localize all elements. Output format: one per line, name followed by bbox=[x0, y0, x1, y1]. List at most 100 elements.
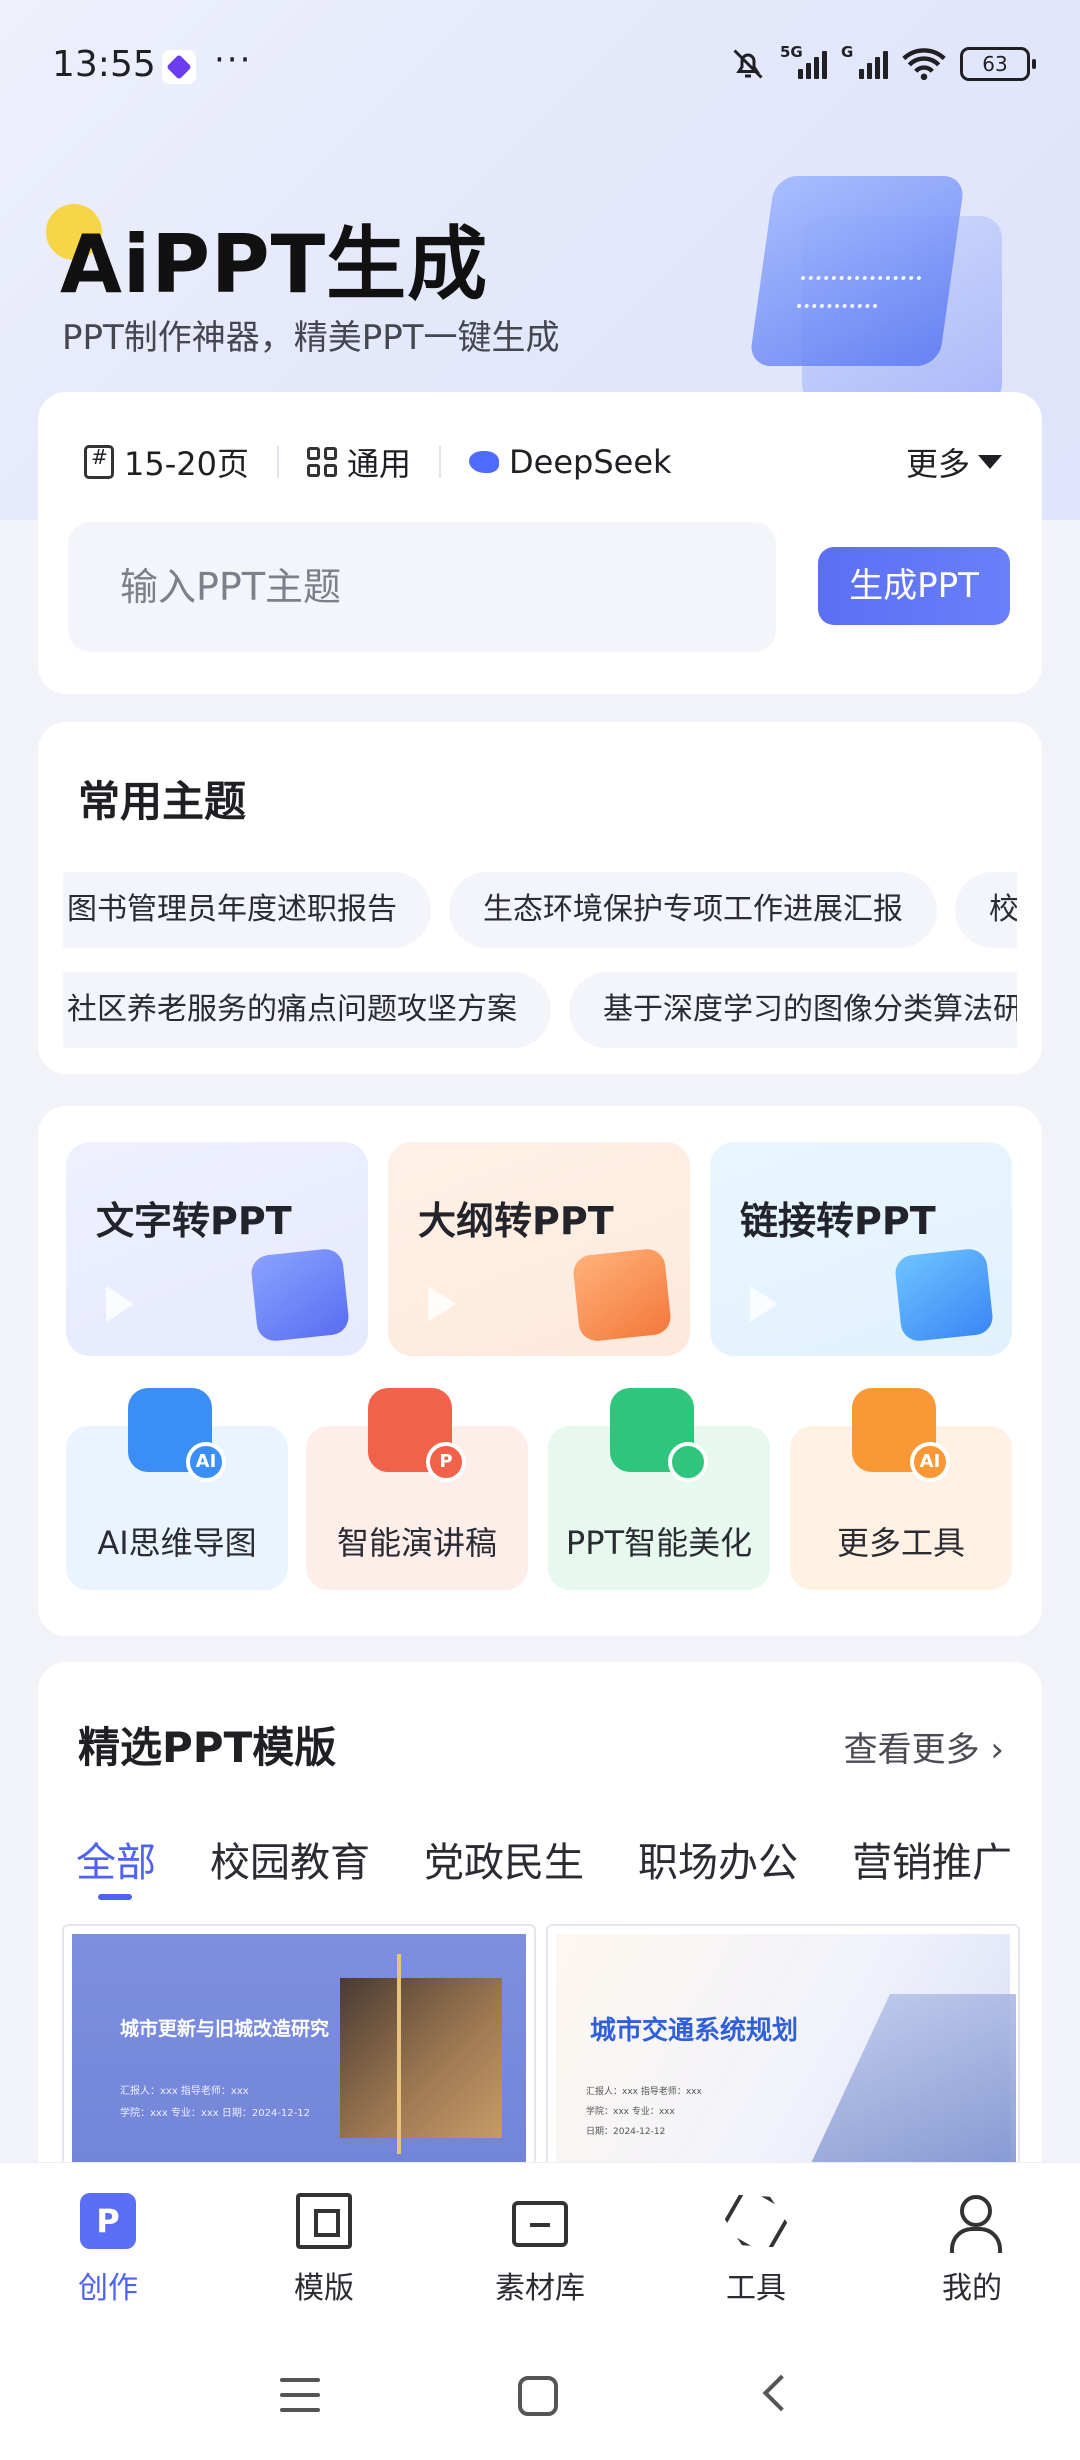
ai-badge: AI bbox=[910, 1442, 950, 1482]
home-button[interactable] bbox=[518, 2376, 558, 2416]
speaker-icon: P bbox=[368, 1388, 466, 1482]
status-time: 13:55 bbox=[52, 44, 156, 85]
ai-mindmap-button[interactable]: AI AI思维导图 bbox=[66, 1388, 288, 1590]
see-more-label: 查看更多 bbox=[843, 1730, 980, 1770]
template-thumbnail[interactable]: 城市交通系统规划 汇报人：xxx 指导老师：xxx 学院：xxx 专业：xxx … bbox=[546, 1924, 1020, 2162]
page-title: AiPPT生成 bbox=[60, 218, 489, 311]
chevron-right-icon: › bbox=[979, 1730, 1004, 1770]
cube-icon bbox=[718, 2183, 794, 2259]
topic-row: 图书管理员年度述职报告 生态环境保护专项工作进展汇报 校园 bbox=[63, 872, 1017, 948]
model-option[interactable]: DeepSeek bbox=[469, 443, 672, 481]
template-heading: 城市交通系统规划 bbox=[590, 2016, 799, 2046]
preview-building bbox=[806, 1994, 1016, 2162]
template-tabs: 全部 校园教育 党政民生 职场办公 营销推广 bbox=[76, 1830, 1042, 1900]
illustration-line bbox=[796, 304, 878, 308]
deepseek-icon bbox=[469, 451, 500, 473]
folder-icon bbox=[249, 1247, 351, 1343]
topic-input[interactable] bbox=[68, 522, 776, 652]
topic-chip[interactable]: 基于深度学习的图像分类算法研究 bbox=[569, 972, 1017, 1048]
battery-icon: 63 bbox=[960, 47, 1036, 81]
nav-create[interactable]: P 创作 bbox=[0, 2163, 216, 2332]
system-navigation-bar bbox=[0, 2332, 1080, 2460]
template-preview: 城市更新与旧城改造研究 汇报人：xxx 指导老师：xxx 学院：xxx 专业：x… bbox=[72, 1934, 526, 2162]
nav-me[interactable]: 我的 bbox=[864, 2163, 1080, 2332]
tool-label: 智能演讲稿 bbox=[336, 1524, 497, 1562]
create-icon: P bbox=[80, 2193, 136, 2249]
topic-chip[interactable]: 校园 bbox=[955, 872, 1017, 948]
style-option[interactable]: 通用 bbox=[307, 439, 411, 485]
link-to-ppt-button[interactable]: 链接转PPT bbox=[710, 1142, 1012, 1356]
topic-chip[interactable]: 社区养老服务的痛点问题攻坚方案 bbox=[63, 972, 551, 1048]
status-icons: 5G G 63 bbox=[730, 43, 1036, 84]
nav-templates[interactable]: 模版 bbox=[216, 2163, 432, 2332]
mindmap-icon: AI bbox=[128, 1388, 226, 1482]
nav-material-library[interactable]: 素材库 bbox=[432, 2163, 648, 2332]
generate-ppt-button[interactable]: 生成PPT bbox=[818, 547, 1010, 625]
model-label: DeepSeek bbox=[509, 443, 672, 481]
page-subtitle: PPT制作神器，精美PPT一键生成 bbox=[62, 318, 560, 358]
text-to-ppt-button[interactable]: 文字转PPT bbox=[66, 1142, 368, 1356]
section-title: 精选PPT模版 bbox=[78, 1723, 337, 1772]
back-button[interactable] bbox=[762, 2374, 800, 2412]
see-more-link[interactable]: 查看更多 › bbox=[844, 1722, 1004, 1771]
tab-marketing[interactable]: 营销推广 bbox=[852, 1830, 1012, 1900]
recents-button[interactable] bbox=[280, 2378, 320, 2412]
tab-all[interactable]: 全部 bbox=[76, 1830, 156, 1900]
outline-to-ppt-button[interactable]: 大纲转PPT bbox=[388, 1142, 690, 1356]
folder-icon bbox=[512, 2201, 568, 2247]
tab-office[interactable]: 职场办公 bbox=[638, 1830, 798, 1900]
clock-badge bbox=[668, 1442, 708, 1482]
preview-accent-line bbox=[397, 1954, 401, 2154]
status-bar: 13:55 ··· 5G G 63 bbox=[0, 0, 1080, 136]
more-label: 更多 bbox=[905, 445, 970, 483]
topic-chips: 图书管理员年度述职报告 生态环境保护专项工作进展汇报 校园 社区养老服务的痛点问… bbox=[63, 872, 1017, 1062]
generator-card: 15-20页 通用 DeepSeek 更多 生成PPT bbox=[38, 392, 1042, 694]
more-options-button[interactable]: 更多 bbox=[906, 439, 1002, 485]
section-title: 常用主题 bbox=[78, 777, 247, 826]
play-icon bbox=[750, 1286, 778, 1322]
p-badge: P bbox=[426, 1442, 466, 1482]
generator-options: 15-20页 通用 DeepSeek 更多 bbox=[84, 440, 1002, 484]
topic-chip[interactable]: 图书管理员年度述职报告 bbox=[63, 872, 431, 948]
play-icon bbox=[106, 1286, 134, 1322]
tool-label: AI思维导图 bbox=[97, 1524, 257, 1562]
tool-label: 链接转PPT bbox=[740, 1199, 936, 1243]
image-magic-icon bbox=[610, 1388, 708, 1482]
signal-icon: 5G bbox=[780, 43, 827, 79]
nav-tools[interactable]: 工具 bbox=[648, 2163, 864, 2332]
page-count-option[interactable]: 15-20页 bbox=[84, 439, 249, 485]
template-thumbnail[interactable]: 城市更新与旧城改造研究 汇报人：xxx 指导老师：xxx 学院：xxx 专业：x… bbox=[62, 1924, 536, 2162]
template-meta: 学院：xxx 专业：xxx bbox=[586, 2107, 675, 2117]
template-preview: 城市交通系统规划 汇报人：xxx 指导老师：xxx 学院：xxx 专业：xxx … bbox=[556, 1934, 1016, 2162]
tool-label: 大纲转PPT bbox=[418, 1199, 614, 1243]
caret-down-icon bbox=[978, 455, 1002, 469]
app-notification-icon bbox=[162, 50, 196, 84]
tab-campus-education[interactable]: 校园教育 bbox=[210, 1830, 370, 1900]
featured-templates-card: 精选PPT模版 查看更多 › 全部 校园教育 党政民生 职场办公 营销推广 城市… bbox=[38, 1662, 1042, 2162]
ai-badge: AI bbox=[186, 1442, 226, 1482]
user-icon bbox=[944, 2193, 1002, 2253]
template-meta: 学院：xxx 专业：xxx 日期：2024-12-12 bbox=[120, 2108, 310, 2119]
divider bbox=[277, 446, 279, 478]
tab-party-government[interactable]: 党政民生 bbox=[424, 1830, 584, 1900]
outline-icon bbox=[571, 1247, 673, 1343]
speech-draft-button[interactable]: P 智能演讲稿 bbox=[306, 1388, 528, 1590]
template-icon bbox=[296, 2193, 352, 2249]
illustration-pdf-card bbox=[748, 176, 966, 366]
more-tools-button[interactable]: AI 更多工具 bbox=[790, 1388, 1012, 1590]
nav-label: 我的 bbox=[942, 2271, 1002, 2306]
template-meta: 汇报人：xxx 指导老师：xxx bbox=[586, 2087, 702, 2097]
template-meta: 日期：2024-12-12 bbox=[586, 2127, 666, 2137]
topic-row: 社区养老服务的痛点问题攻坚方案 基于深度学习的图像分类算法研究 bbox=[63, 972, 1017, 1048]
ppt-beautify-button[interactable]: PPT智能美化 bbox=[548, 1388, 770, 1590]
signal-icon-2: G bbox=[841, 43, 888, 79]
tools-card: 文字转PPT 大纲转PPT 链接转PPT AI AI思维导图 P 智能演讲稿 P… bbox=[38, 1106, 1042, 1636]
mute-bell-icon bbox=[733, 49, 763, 79]
tool-label: 文字转PPT bbox=[96, 1199, 292, 1243]
illustration-line bbox=[800, 276, 922, 280]
nav-label: 模版 bbox=[294, 2271, 354, 2306]
style-label: 通用 bbox=[347, 445, 412, 483]
more-notifications-icon: ··· bbox=[214, 40, 253, 80]
topic-chip[interactable]: 生态环境保护专项工作进展汇报 bbox=[449, 872, 937, 948]
tool-label: PPT智能美化 bbox=[565, 1524, 753, 1562]
